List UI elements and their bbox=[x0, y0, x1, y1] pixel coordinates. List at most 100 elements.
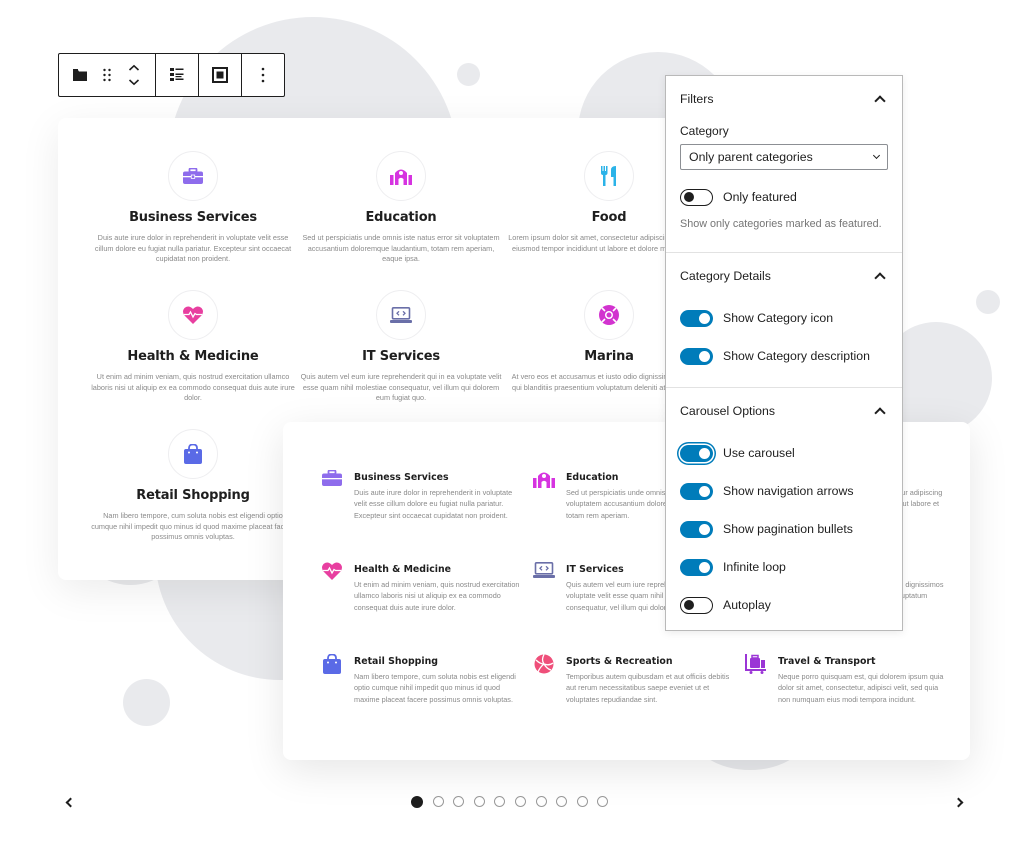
category-details-title: Category Details bbox=[680, 269, 771, 283]
icon-circle bbox=[168, 151, 218, 201]
list-item[interactable]: Health & Medicine Ut enim ad minim veniam… bbox=[320, 562, 520, 613]
school-icon bbox=[533, 472, 555, 488]
grid-item-title: Business Services bbox=[129, 210, 257, 225]
grid-item[interactable]: IT Services Quis autem vel eum iure repr… bbox=[296, 290, 506, 404]
nav-arrows-row: Show navigation arrows bbox=[680, 472, 888, 510]
show-icon-row: Show Category icon bbox=[680, 299, 888, 337]
chevron-right-icon bbox=[953, 797, 963, 807]
show-navigation-arrows-toggle[interactable] bbox=[680, 482, 713, 500]
pagination-bullet[interactable] bbox=[576, 796, 588, 807]
grid-item-title: Health & Medicine bbox=[127, 349, 259, 364]
pagination-row: Show pagination bullets bbox=[680, 510, 888, 548]
only-featured-toggle[interactable] bbox=[680, 188, 713, 206]
chevron-left-icon bbox=[65, 797, 75, 807]
category-details-section: Category Details Show Category icon Show… bbox=[666, 253, 902, 388]
icon-circle bbox=[168, 290, 218, 340]
pagination-bullet[interactable] bbox=[556, 796, 568, 807]
grid-item[interactable]: Business Services Duis aute irure dolor … bbox=[88, 151, 298, 265]
category-details-toggle[interactable]: Category Details bbox=[680, 253, 888, 299]
chevron-up-icon bbox=[874, 407, 886, 419]
carousel-prev-button[interactable] bbox=[62, 793, 78, 811]
block-type-button[interactable] bbox=[65, 54, 95, 96]
pagination-bullet[interactable] bbox=[432, 796, 444, 807]
chevron-up-down-icon bbox=[128, 64, 140, 86]
pagination-bullet[interactable] bbox=[494, 796, 506, 807]
grid-item-desc: Nam libero tempore, cum soluta nobis est… bbox=[91, 511, 295, 541]
autoplay-toggle[interactable] bbox=[680, 596, 713, 614]
heart-pulse-icon bbox=[183, 306, 203, 324]
list-layout-button[interactable] bbox=[162, 54, 192, 96]
carousel-next-button[interactable] bbox=[950, 793, 966, 811]
show-navigation-arrows-label: Show navigation arrows bbox=[723, 484, 854, 498]
list-item[interactable]: Business Services Duis aute irure dolor i… bbox=[320, 470, 520, 521]
grid-item-title: IT Services bbox=[362, 349, 440, 364]
list-item-desc: Duis aute irure dolor in reprehenderit i… bbox=[354, 488, 513, 520]
heart-pulse-icon bbox=[322, 562, 342, 580]
show-category-icon-label: Show Category icon bbox=[723, 311, 834, 325]
icon-circle bbox=[584, 290, 634, 340]
bg-decor-circle bbox=[976, 290, 1000, 314]
grid-item-title: Education bbox=[365, 210, 437, 225]
only-featured-help: Show only categories marked as featured. bbox=[680, 218, 882, 230]
category-label: Category bbox=[680, 124, 729, 138]
pagination-bullet[interactable] bbox=[473, 796, 485, 807]
more-vertical-icon bbox=[261, 67, 265, 83]
show-category-icon-toggle[interactable] bbox=[680, 309, 713, 327]
icon-circle bbox=[376, 290, 426, 340]
autoplay-label: Autoplay bbox=[723, 598, 771, 612]
fork-knife-icon bbox=[601, 166, 616, 186]
bg-decor-circle bbox=[457, 63, 480, 86]
list-item[interactable]: Sports & Recreation Temporibus autem quib… bbox=[532, 654, 732, 705]
grid-item[interactable]: Health & Medicine Ut enim ad minim venia… bbox=[88, 290, 298, 404]
toolbar-group-align bbox=[199, 54, 242, 96]
grid-item[interactable]: Education Sed ut perspiciatis unde omnis… bbox=[296, 151, 506, 265]
volleyball-icon bbox=[534, 654, 554, 674]
category-select[interactable]: Only parent categories bbox=[680, 144, 888, 170]
carousel-options-section: Carousel Options Use carousel Show navig… bbox=[666, 388, 902, 624]
chevron-down-icon bbox=[872, 151, 881, 160]
shopping-bag-icon bbox=[323, 654, 341, 674]
list-item-desc: Ut enim ad minim veniam, quis nostrud ex… bbox=[354, 580, 520, 612]
infinite-loop-row: Infinite loop bbox=[680, 548, 888, 586]
drag-handle-icon bbox=[103, 68, 111, 82]
carousel-pagination bbox=[411, 795, 609, 808]
grid-item[interactable]: Retail Shopping Nam libero tempore, cum … bbox=[88, 429, 298, 543]
carousel-options-toggle[interactable]: Carousel Options bbox=[680, 388, 888, 434]
pagination-bullet[interactable] bbox=[514, 796, 526, 807]
infinite-loop-toggle[interactable] bbox=[680, 558, 713, 576]
pagination-bullet[interactable] bbox=[453, 796, 465, 807]
pagination-bullet[interactable] bbox=[411, 795, 423, 808]
list-item-desc: Temporibus autem quibusdam et aut offici… bbox=[566, 672, 730, 704]
move-up-down-button[interactable] bbox=[119, 54, 149, 96]
filters-section-toggle[interactable]: Filters bbox=[680, 76, 888, 122]
drag-handle-button[interactable] bbox=[95, 54, 119, 96]
use-carousel-toggle[interactable] bbox=[680, 444, 713, 462]
filters-section: Filters Category Only parent categories … bbox=[666, 76, 902, 253]
block-settings-panel: Filters Category Only parent categories … bbox=[665, 75, 903, 631]
pagination-bullet[interactable] bbox=[597, 796, 609, 807]
list-item[interactable]: Retail Shopping Nam libero tempore, cum s… bbox=[320, 654, 520, 705]
category-select-value: Only parent categories bbox=[689, 150, 813, 164]
list-item-title: Travel & Transport bbox=[778, 656, 876, 667]
icon-circle bbox=[376, 151, 426, 201]
show-category-description-toggle[interactable] bbox=[680, 347, 713, 365]
icon-circle bbox=[584, 151, 634, 201]
grid-item-desc: Duis aute irure dolor in reprehenderit i… bbox=[94, 233, 292, 263]
laptop-code-icon bbox=[390, 307, 412, 323]
autoplay-row: Autoplay bbox=[680, 586, 888, 624]
box-align-icon bbox=[212, 67, 228, 83]
list-item-title: Health & Medicine bbox=[354, 564, 452, 575]
more-options-button[interactable] bbox=[248, 54, 278, 96]
grid-item-title: Retail Shopping bbox=[136, 488, 250, 503]
chevron-up-icon bbox=[874, 95, 886, 107]
shopping-bag-icon bbox=[184, 444, 202, 464]
show-pagination-bullets-toggle[interactable] bbox=[680, 520, 713, 538]
show-pagination-bullets-label: Show pagination bullets bbox=[723, 522, 853, 536]
pagination-bullet[interactable] bbox=[535, 796, 547, 807]
block-toolbar bbox=[58, 53, 285, 97]
list-item[interactable]: Travel & Transport Neque porro quisquam e… bbox=[744, 654, 944, 705]
box-align-button[interactable] bbox=[205, 54, 235, 96]
toolbar-group-more bbox=[242, 54, 284, 96]
luggage-cart-icon bbox=[745, 654, 766, 674]
grid-item-desc: Ut enim ad minim veniam, quis nostrud ex… bbox=[91, 372, 295, 402]
